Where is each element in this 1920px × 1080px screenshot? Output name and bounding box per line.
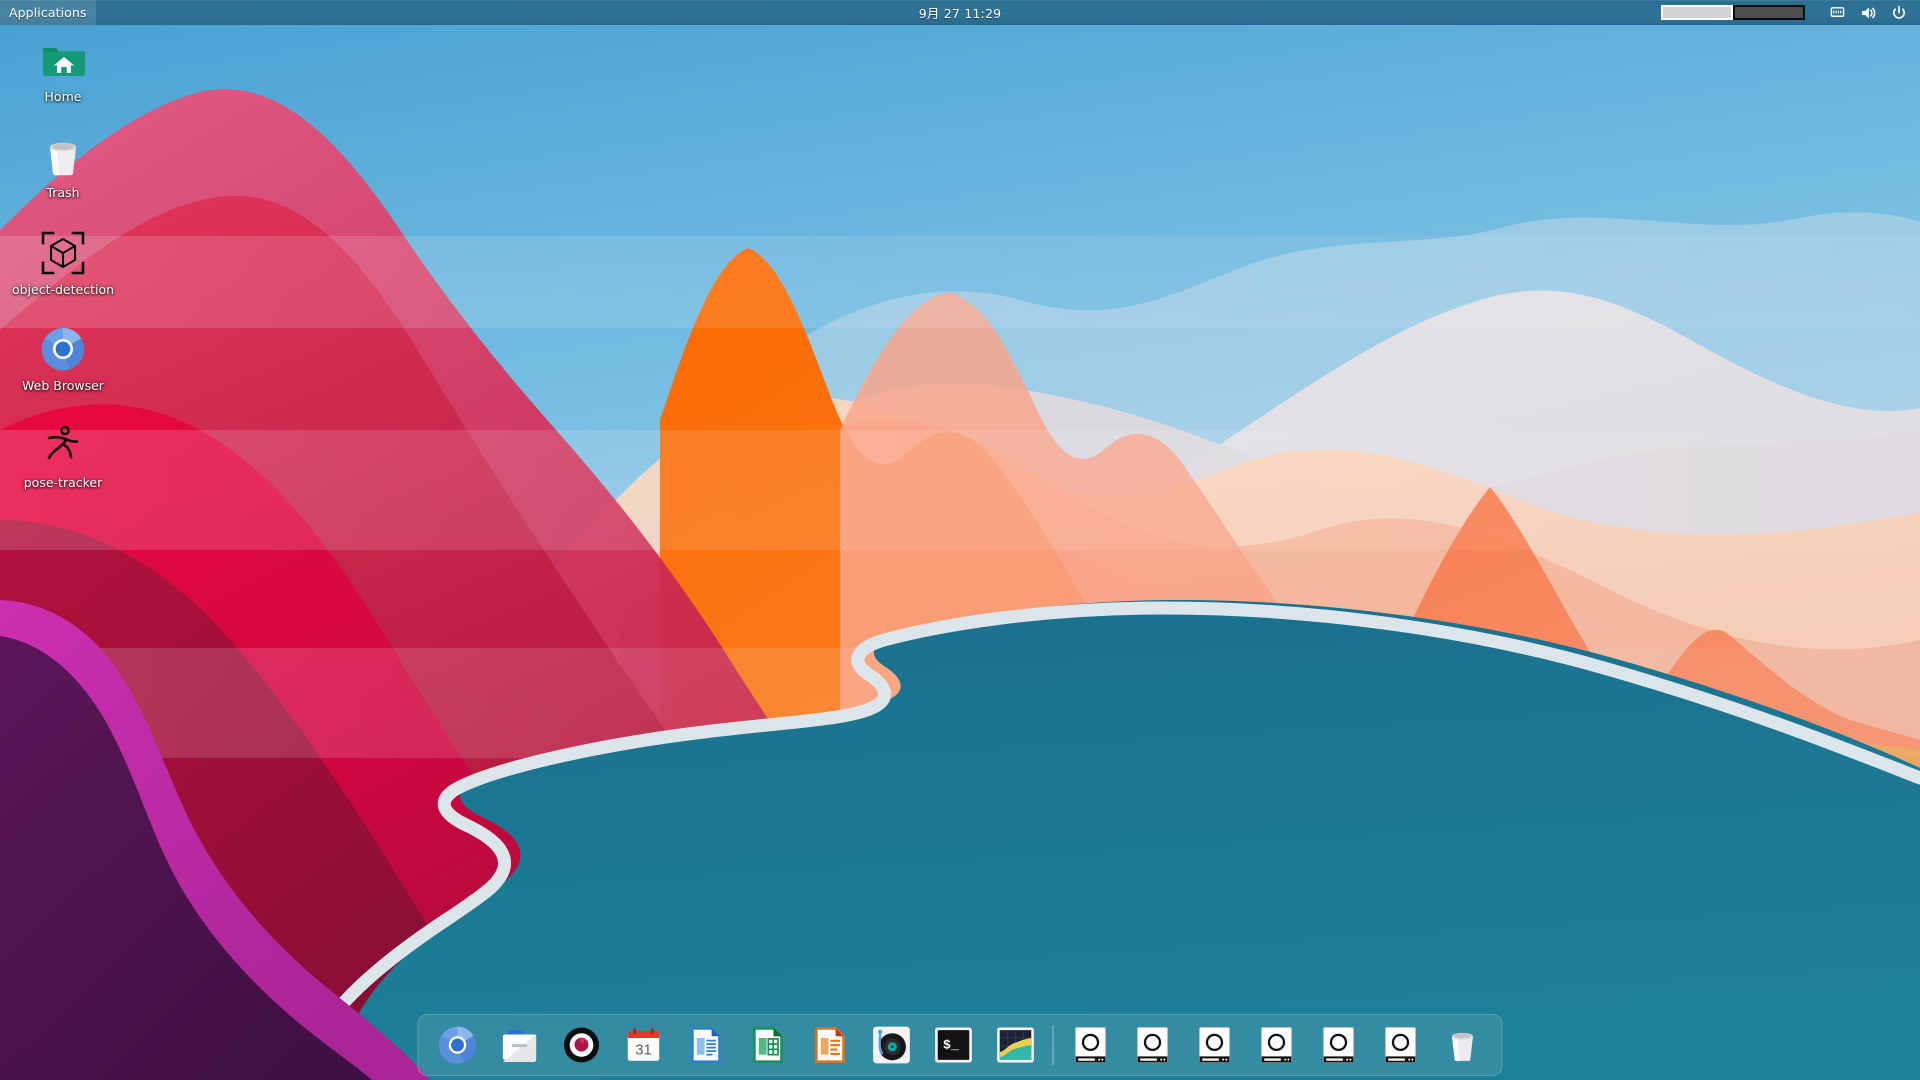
dock-item-libreoffice-calc[interactable] (737, 1017, 799, 1073)
dock-item-files[interactable] (489, 1017, 551, 1073)
libreoffice-writer-icon (685, 1024, 727, 1066)
panel-system-tray (1661, 0, 1920, 25)
calendar-day: 31 (635, 1043, 652, 1059)
dock-item-libreoffice-impress[interactable] (799, 1017, 861, 1073)
top-panel: Applications 9月 27 11:29 (0, 0, 1920, 25)
workspace-switcher[interactable] (1661, 5, 1805, 20)
pose-tracker-icon (39, 422, 87, 470)
wallpaper (0, 0, 1920, 1080)
display-settings-button[interactable] (1822, 0, 1852, 25)
dock-item-rhythmbox[interactable] (861, 1017, 923, 1073)
object-detection-icon (39, 229, 87, 277)
dock-item-drive-5[interactable] (1308, 1017, 1370, 1073)
desktop[interactable]: Applications 9月 27 11:29 (0, 0, 1920, 1080)
dock-item-media-player[interactable] (551, 1017, 613, 1073)
dock-item-trash[interactable] (1432, 1017, 1494, 1073)
calendar-icon: 31 (623, 1024, 665, 1066)
dock-item-system-monitor[interactable] (985, 1017, 1047, 1073)
system-monitor-icon (995, 1024, 1037, 1066)
desktop-icon-label: Web Browser (22, 379, 104, 393)
libreoffice-impress-icon (809, 1024, 851, 1066)
volume-button[interactable] (1853, 0, 1883, 25)
trash-icon (1442, 1024, 1484, 1066)
workspace-1-button[interactable] (1661, 5, 1733, 20)
rhythmbox-icon (871, 1024, 913, 1066)
dock-item-terminal[interactable]: $_ (923, 1017, 985, 1073)
dock-item-calendar[interactable]: 31 (613, 1017, 675, 1073)
panel-clock[interactable]: 9月 27 11:29 (0, 3, 1920, 22)
chromium-icon (437, 1024, 479, 1066)
dock: 31 (418, 1014, 1503, 1076)
desktop-icon-web-browser[interactable]: Web Browser (8, 321, 118, 395)
desktop-icon-label: pose-tracker (24, 476, 103, 490)
dock-item-drive-3[interactable] (1184, 1017, 1246, 1073)
desktop-icon-object-detection[interactable]: object-detection (8, 225, 118, 299)
desktop-icon-home[interactable]: Home (8, 32, 118, 106)
terminal-prompt: $_ (943, 1038, 959, 1053)
terminal-icon: $_ (933, 1024, 975, 1066)
dock-item-libreoffice-writer[interactable] (675, 1017, 737, 1073)
chromium-icon (39, 325, 87, 373)
desktop-icon-grid: Home Trash (8, 32, 128, 514)
dock-item-drive-4[interactable] (1246, 1017, 1308, 1073)
media-player-icon (561, 1024, 603, 1066)
drive-icon (1318, 1024, 1360, 1066)
desktop-icon-label: Trash (46, 186, 79, 200)
drive-icon (1070, 1024, 1112, 1066)
file-manager-icon (499, 1024, 541, 1066)
trash-icon (39, 132, 87, 180)
power-icon (1891, 5, 1907, 21)
drive-icon (1256, 1024, 1298, 1066)
dock-item-web-browser[interactable] (427, 1017, 489, 1073)
dock-item-drive-1[interactable] (1060, 1017, 1122, 1073)
dock-item-drive-2[interactable] (1122, 1017, 1184, 1073)
desktop-icon-pose-tracker[interactable]: pose-tracker (8, 418, 118, 492)
volume-icon (1860, 5, 1876, 21)
drive-icon (1132, 1024, 1174, 1066)
desktop-icon-label: object-detection (12, 283, 114, 297)
libreoffice-calc-icon (747, 1024, 789, 1066)
desktop-icon-label: Home (45, 90, 82, 104)
drive-icon (1380, 1024, 1422, 1066)
dock-item-drive-6[interactable] (1370, 1017, 1432, 1073)
power-button[interactable] (1884, 0, 1914, 25)
workspace-2-button[interactable] (1733, 5, 1805, 20)
home-folder-icon (39, 36, 87, 84)
applications-menu-button[interactable]: Applications (0, 0, 96, 25)
dock-separator (1053, 1025, 1054, 1065)
applications-menu-label: Applications (9, 5, 87, 20)
display-icon (1830, 5, 1845, 20)
drive-icon (1194, 1024, 1236, 1066)
desktop-icon-trash[interactable]: Trash (8, 128, 118, 202)
